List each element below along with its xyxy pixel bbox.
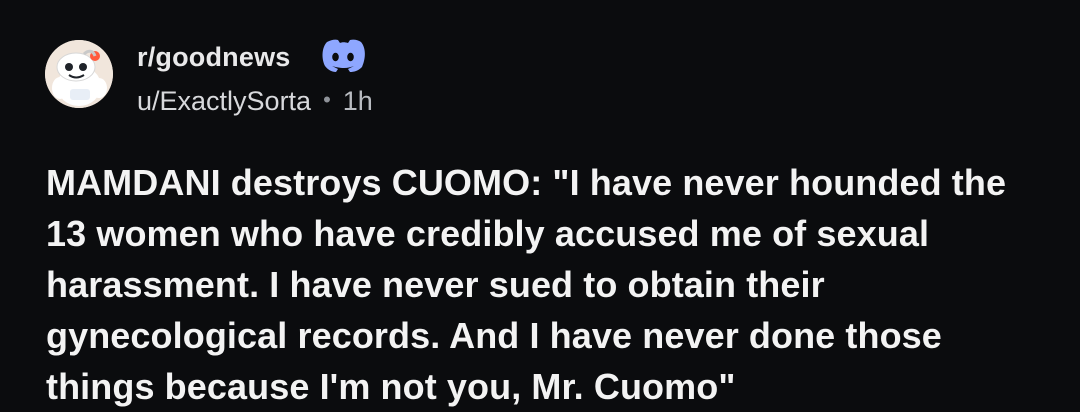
snoo-avatar-icon[interactable]: [45, 40, 113, 108]
author-row: u/ExactlySorta • 1h: [137, 86, 373, 117]
subreddit-row: r/goodnews: [137, 38, 373, 76]
subreddit-link[interactable]: r/goodnews: [137, 42, 291, 73]
author-link[interactable]: u/ExactlySorta: [137, 86, 311, 117]
post-header: r/goodnews u/ExactlySorta • 1h: [45, 36, 373, 116]
post-meta: r/goodnews u/ExactlySorta • 1h: [137, 38, 373, 117]
post-time: 1h: [342, 86, 373, 116]
meta-separator: •: [323, 86, 331, 112]
discord-icon[interactable]: [315, 36, 367, 76]
post-title[interactable]: MAMDANI destroys CUOMO: "I have never ho…: [46, 157, 1036, 412]
